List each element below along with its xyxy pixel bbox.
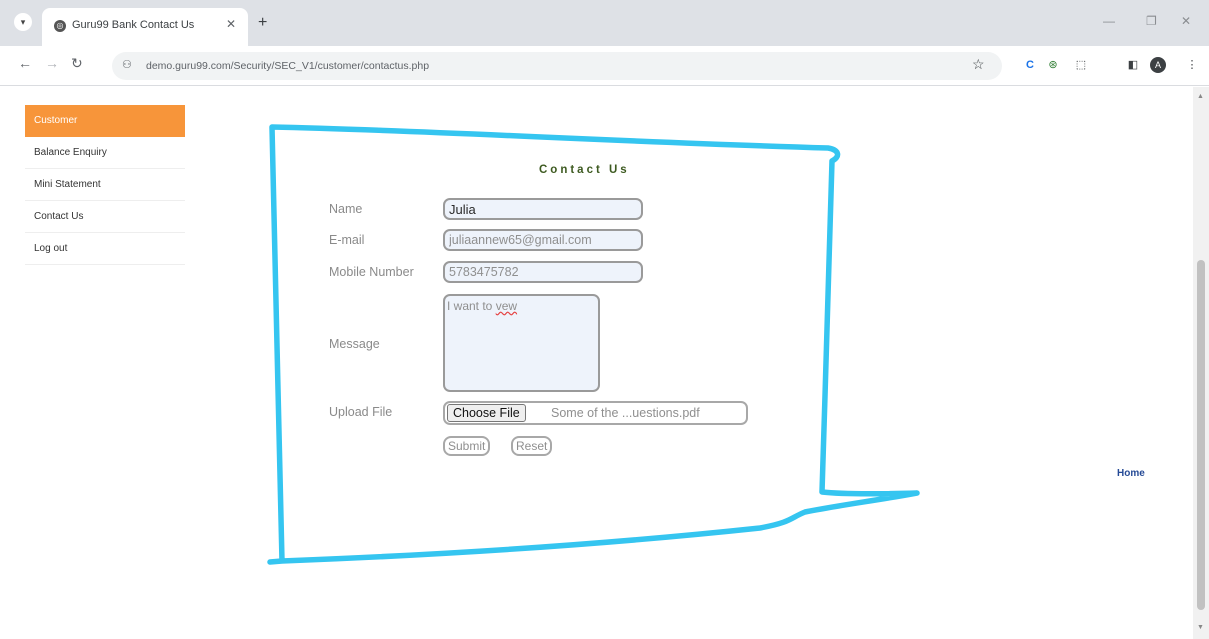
extensions-icon[interactable]: ⬚ xyxy=(1073,57,1089,73)
sidebar-menu: Customer Balance Enquiry Mini Statement … xyxy=(25,105,185,265)
name-label: Name xyxy=(329,202,363,216)
message-text: I want to vew xyxy=(447,299,517,313)
upload-file-label: Upload File xyxy=(329,405,393,419)
page-title: Contact Us xyxy=(539,164,630,176)
submit-button[interactable]: Submit xyxy=(443,436,491,456)
name-field[interactable] xyxy=(443,198,643,220)
message-label: Message xyxy=(329,337,380,351)
minimize-icon[interactable]: — xyxy=(1103,14,1115,28)
sidebar-item-customer[interactable]: Customer xyxy=(25,105,185,137)
back-icon[interactable]: ← xyxy=(18,55,32,71)
tab-title: Guru99 Bank Contact Us xyxy=(72,19,195,31)
email-label: E-mail xyxy=(329,233,365,247)
choose-file-button[interactable]: Choose File xyxy=(447,404,526,422)
misspelled-word: vew xyxy=(495,299,518,313)
close-window-icon[interactable]: ✕ xyxy=(1181,14,1191,28)
url-text[interactable]: demo.guru99.com/Security/SEC_V1/customer… xyxy=(146,60,429,72)
extension-green-icon[interactable]: ⊛ xyxy=(1045,57,1061,73)
mobile-number-field[interactable] xyxy=(443,261,643,283)
forward-icon[interactable]: → xyxy=(45,55,59,71)
close-tab-icon[interactable]: ✕ xyxy=(226,17,236,31)
scrollbar-thumb[interactable] xyxy=(1197,260,1205,610)
home-link[interactable]: Home xyxy=(1117,468,1145,479)
sidebar-item-balance-enquiry[interactable]: Balance Enquiry xyxy=(25,137,185,169)
profile-avatar-icon[interactable]: A xyxy=(1150,57,1166,73)
scroll-down-arrow-icon[interactable]: ▼ xyxy=(1197,624,1204,631)
browser-tab[interactable]: ◎ Guru99 Bank Contact Us ✕ xyxy=(42,8,248,46)
browser-toolbar: ← → ↻ ⚇ demo.guru99.com/Security/SEC_V1/… xyxy=(0,46,1209,86)
file-upload-input[interactable]: Choose File Some of the ...uestions.pdf xyxy=(443,401,748,425)
menu-kebab-icon[interactable]: ⋮ xyxy=(1184,57,1200,73)
page-scrollbar[interactable]: ▲ ▼ xyxy=(1193,87,1209,639)
mobile-number-label: Mobile Number xyxy=(329,265,414,279)
restore-icon[interactable]: ❐ xyxy=(1146,14,1157,28)
reload-icon[interactable]: ↻ xyxy=(71,55,83,72)
sidepanel-icon[interactable]: ◧ xyxy=(1125,57,1141,73)
extension-c-icon[interactable]: C xyxy=(1022,57,1038,73)
new-tab-icon[interactable]: + xyxy=(258,14,267,32)
sidebar-item-log-out[interactable]: Log out xyxy=(25,233,185,265)
reset-button[interactable]: Reset xyxy=(511,436,553,456)
browser-tab-bar: ▾ ◎ Guru99 Bank Contact Us ✕ + — ❐ ✕ xyxy=(0,0,1209,46)
sidebar-item-contact-us[interactable]: Contact Us xyxy=(25,201,185,233)
address-bar[interactable]: ⚇ demo.guru99.com/Security/SEC_V1/custom… xyxy=(112,52,1002,80)
bookmark-star-icon[interactable]: ☆ xyxy=(972,56,985,73)
site-info-icon[interactable]: ⚇ xyxy=(122,58,132,71)
tab-search-icon[interactable]: ▾ xyxy=(14,13,32,31)
screen: ▾ ◎ Guru99 Bank Contact Us ✕ + — ❐ ✕ ← →… xyxy=(0,0,1209,639)
message-text-prefix: I want to xyxy=(447,299,496,313)
email-field[interactable] xyxy=(443,229,643,251)
hand-drawn-annotation xyxy=(267,124,920,565)
site-favicon-icon: ◎ xyxy=(54,20,66,32)
sidebar-item-mini-statement[interactable]: Mini Statement xyxy=(25,169,185,201)
selected-file-name: Some of the ...uestions.pdf xyxy=(551,406,700,420)
scroll-up-arrow-icon[interactable]: ▲ xyxy=(1197,93,1204,100)
